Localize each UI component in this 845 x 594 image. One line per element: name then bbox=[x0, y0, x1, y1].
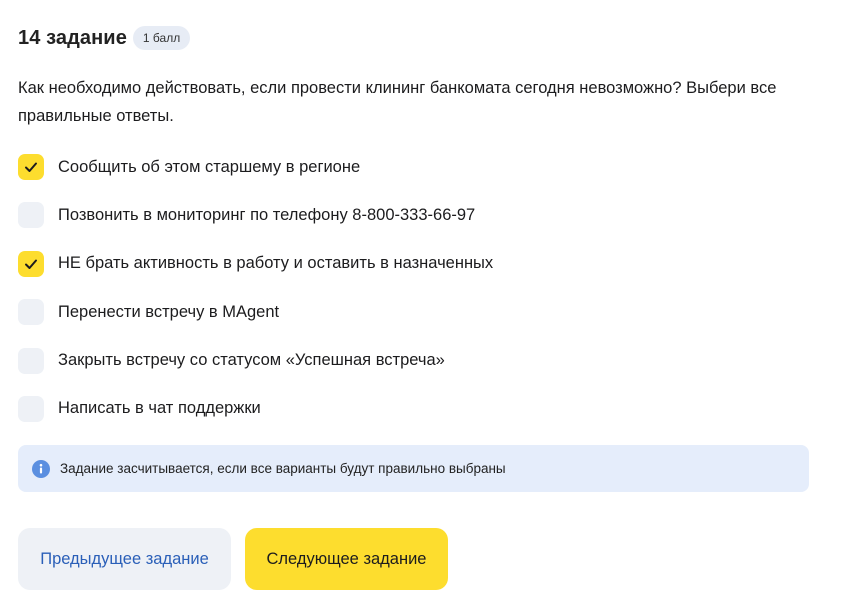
checkbox[interactable] bbox=[18, 347, 44, 374]
checkbox[interactable] bbox=[18, 154, 44, 180]
option-label: Сообщить об этом старшему в регионе bbox=[58, 157, 361, 176]
info-icon bbox=[32, 459, 50, 478]
option-label: Перенести встречу в MAgent bbox=[58, 302, 280, 321]
option-item[interactable]: Перенести встречу в MAgent bbox=[18, 297, 493, 327]
info-text: Задание засчитывается, если все варианты… bbox=[60, 461, 506, 476]
previous-task-button[interactable]: Предыдущее задание bbox=[18, 528, 231, 590]
checkbox[interactable] bbox=[18, 250, 44, 277]
task-header: 14 задание 1 балл bbox=[18, 26, 191, 50]
option-item[interactable]: Позвонить в мониторинг по телефону 8-800… bbox=[18, 200, 493, 230]
option-label: Позвонить в мониторинг по телефону 8-800… bbox=[58, 205, 476, 224]
next-task-button[interactable]: Следующее задание bbox=[245, 528, 448, 590]
options-list: Сообщить об этом старшему в регионе Позв… bbox=[18, 152, 493, 442]
task-title: 14 задание bbox=[18, 26, 127, 49]
option-item[interactable]: Написать в чат поддержки bbox=[18, 394, 493, 424]
question-text: Как необходимо действовать, если провест… bbox=[18, 79, 777, 125]
option-item[interactable]: Сообщить об этом старшему в регионе bbox=[18, 152, 493, 182]
checkbox[interactable] bbox=[18, 299, 44, 326]
checkbox[interactable] bbox=[18, 202, 44, 229]
option-item[interactable]: НЕ брать активность в работу и оставить … bbox=[18, 249, 493, 279]
checkmark-icon bbox=[25, 162, 37, 172]
checkbox[interactable] bbox=[18, 395, 44, 422]
option-item[interactable]: Закрыть встречу со статусом «Успешная вс… bbox=[18, 346, 493, 376]
info-box: Задание засчитывается, если все варианты… bbox=[18, 445, 809, 492]
points-badge: 1 балл bbox=[132, 26, 191, 50]
option-label: Закрыть встречу со статусом «Успешная вс… bbox=[58, 351, 445, 370]
option-label: НЕ брать активность в работу и оставить … bbox=[58, 254, 494, 273]
checkmark-icon bbox=[25, 259, 37, 269]
option-label: Написать в чат поддержки bbox=[58, 399, 261, 418]
